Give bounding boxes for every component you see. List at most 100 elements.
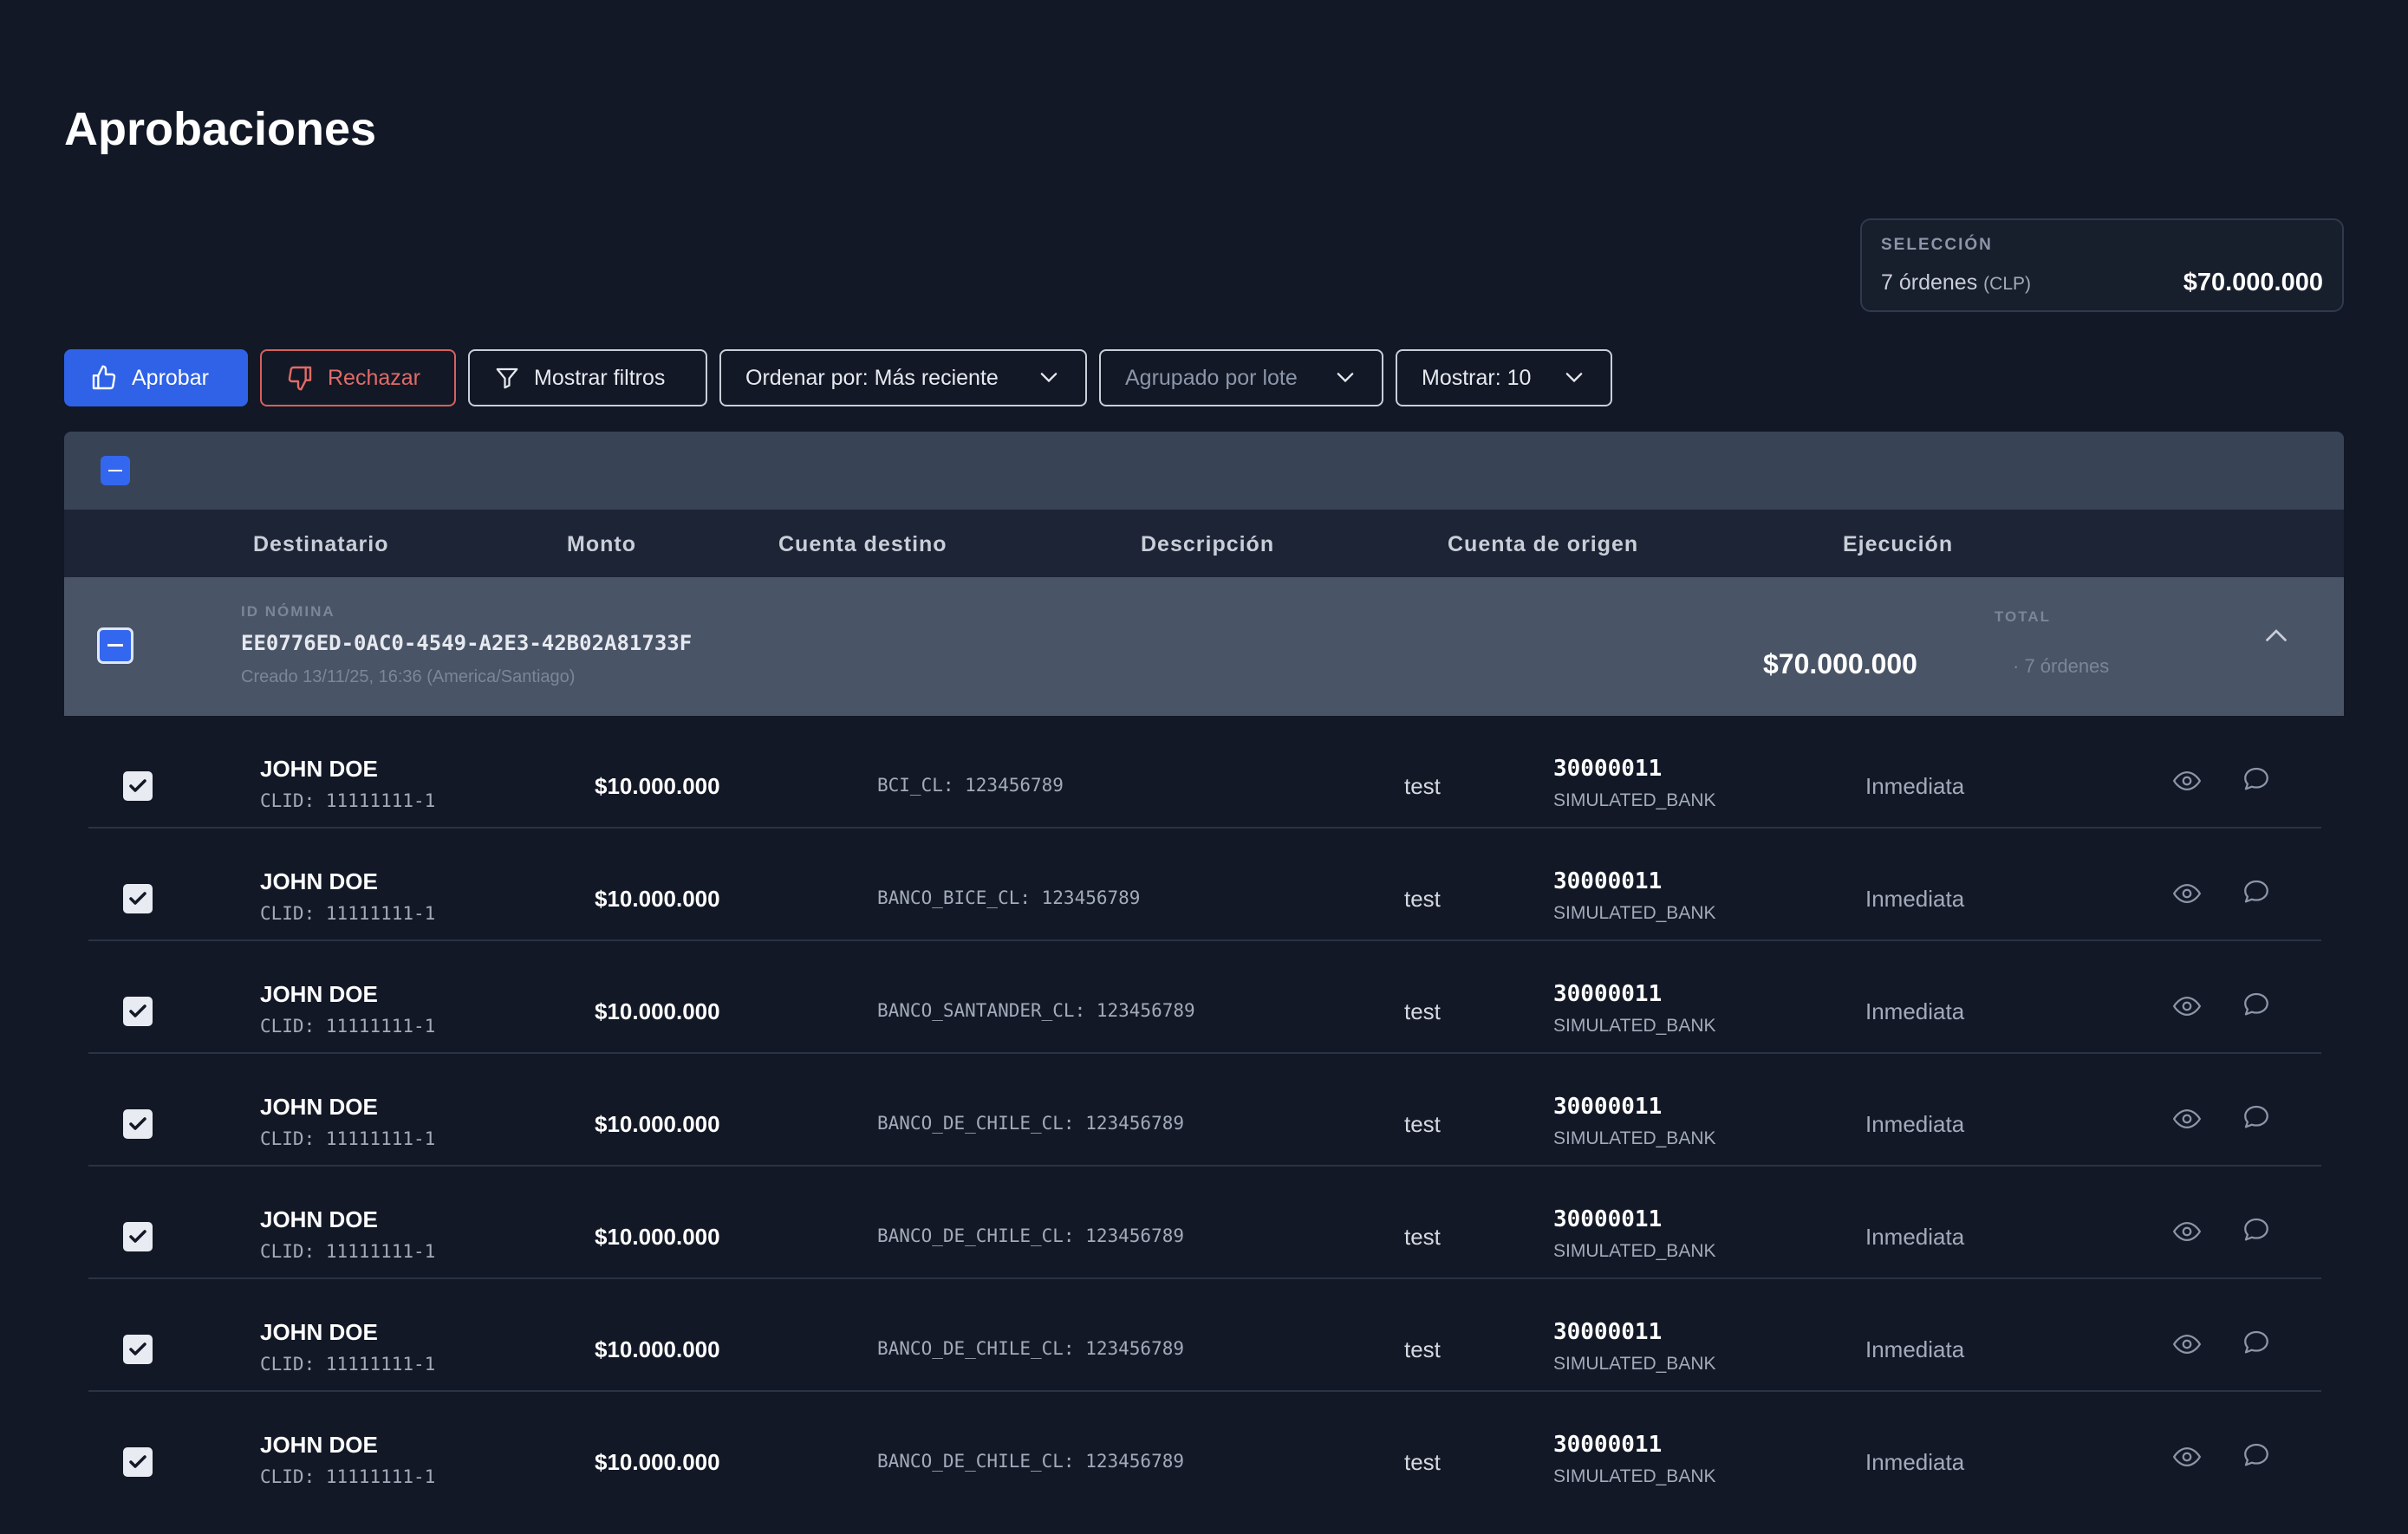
- destination-account: BANCO_DE_CHILE_CL: 123456789: [877, 1451, 1185, 1472]
- recipient-name: JOHN DOE: [260, 756, 378, 782]
- execution-type: Inmediata: [1865, 1449, 1965, 1475]
- filter-icon: [496, 367, 518, 389]
- order-amount: $10.000.000: [595, 886, 720, 912]
- table-row: JOHN DOE CLID: 11111111-1 $10.000.000 BA…: [88, 1167, 2321, 1279]
- table-row: JOHN DOE CLID: 11111111-1 $10.000.000 BA…: [88, 941, 2321, 1054]
- row-checkbox[interactable]: [123, 997, 153, 1026]
- batch-group-row: ID NÓMINA EE0776ED-0AC0-4549-A2E3-42B02A…: [64, 577, 2344, 716]
- eye-icon[interactable]: [2172, 1217, 2202, 1246]
- batch-order-count: · 7 órdenes: [2013, 655, 2110, 677]
- page-title: Aprobaciones: [64, 103, 377, 155]
- order-amount: $10.000.000: [595, 1336, 720, 1362]
- batch-id: EE0776ED-0AC0-4549-A2E3-42B02A81733F: [241, 631, 693, 655]
- eye-icon[interactable]: [2172, 1329, 2202, 1359]
- eye-icon[interactable]: [2172, 1442, 2202, 1472]
- recipient-name: JOHN DOE: [260, 1206, 378, 1232]
- row-checkbox[interactable]: [123, 884, 153, 913]
- row-checkbox[interactable]: [123, 1335, 153, 1364]
- thumbs-down-icon: [288, 366, 312, 391]
- check-icon: [129, 1342, 146, 1355]
- row-checkbox[interactable]: [123, 1447, 153, 1477]
- origin-account: 30000011: [1553, 1094, 1663, 1120]
- destination-account: BANCO_DE_CHILE_CL: 123456789: [877, 1113, 1185, 1134]
- thumbs-up-icon: [92, 365, 116, 390]
- select-all-checkbox[interactable]: [101, 456, 130, 485]
- origin-bank: SIMULATED_BANK: [1553, 903, 1716, 923]
- table-row: JOHN DOE CLID: 11111111-1 $10.000.000 BA…: [88, 1054, 2321, 1167]
- comment-icon[interactable]: [2242, 1215, 2271, 1245]
- show-filters-button[interactable]: Mostrar filtros: [468, 349, 707, 406]
- eye-icon[interactable]: [2172, 879, 2202, 908]
- sort-dropdown[interactable]: Ordenar por: Más reciente: [719, 349, 1087, 406]
- comment-icon[interactable]: [2242, 877, 2271, 907]
- table-row: JOHN DOE CLID: 11111111-1 $10.000.000 BA…: [88, 829, 2321, 941]
- comment-icon[interactable]: [2242, 1102, 2271, 1132]
- comment-icon[interactable]: [2242, 764, 2271, 794]
- page-size-dropdown[interactable]: Mostrar: 10: [1396, 349, 1612, 406]
- destination-account: BANCO_BICE_CL: 123456789: [877, 887, 1141, 908]
- column-header-amount[interactable]: Monto: [567, 532, 636, 557]
- column-header-recipient[interactable]: Destinatario: [253, 532, 388, 557]
- column-header-execution[interactable]: Ejecución: [1843, 532, 1953, 557]
- origin-bank: SIMULATED_BANK: [1553, 790, 1716, 810]
- check-icon: [129, 1004, 146, 1017]
- sort-label: Ordenar por: Más reciente: [745, 365, 999, 390]
- batch-total-label: TOTAL: [1994, 608, 2051, 625]
- batch-total: $70.000.000: [1763, 648, 1917, 679]
- comment-icon[interactable]: [2242, 1440, 2271, 1470]
- recipient-clid: CLID: 11111111-1: [260, 1354, 436, 1375]
- recipient-name: JOHN DOE: [260, 1319, 378, 1345]
- execution-type: Inmediata: [1865, 1336, 1965, 1362]
- batch-checkbox[interactable]: [97, 627, 133, 664]
- column-header-description[interactable]: Descripción: [1141, 532, 1274, 557]
- group-label: Agrupado por lote: [1125, 365, 1298, 390]
- execution-type: Inmediata: [1865, 998, 1965, 1024]
- chevron-down-icon: [1040, 373, 1058, 383]
- check-icon: [129, 892, 146, 905]
- recipient-name: JOHN DOE: [260, 981, 378, 1007]
- approve-label: Aprobar: [132, 365, 209, 390]
- chevron-down-icon: [1565, 373, 1583, 383]
- selection-summary: SELECCIÓN 7 órdenes (CLP) $70.000.000: [1860, 218, 2344, 312]
- column-header-origin-account[interactable]: Cuenta de origen: [1448, 532, 1638, 557]
- order-amount: $10.000.000: [595, 773, 720, 799]
- order-description: test: [1404, 1449, 1441, 1475]
- origin-account: 30000011: [1553, 1206, 1663, 1232]
- order-description: test: [1404, 1336, 1441, 1362]
- row-checkbox[interactable]: [123, 1109, 153, 1139]
- recipient-clid: CLID: 11111111-1: [260, 1128, 436, 1149]
- eye-icon[interactable]: [2172, 991, 2202, 1021]
- origin-bank: SIMULATED_BANK: [1553, 1354, 1716, 1374]
- recipient-name: JOHN DOE: [260, 868, 378, 894]
- check-icon: [129, 1455, 146, 1468]
- order-description: test: [1404, 998, 1441, 1024]
- comment-icon[interactable]: [2242, 1328, 2271, 1357]
- selection-count: 7 órdenes (CLP): [1881, 270, 2031, 296]
- recipient-clid: CLID: 11111111-1: [260, 790, 436, 811]
- column-header-destination-account[interactable]: Cuenta destino: [778, 532, 947, 557]
- execution-type: Inmediata: [1865, 1224, 1965, 1250]
- order-description: test: [1404, 886, 1441, 912]
- group-dropdown[interactable]: Agrupado por lote: [1099, 349, 1383, 406]
- order-list: JOHN DOE CLID: 11111111-1 $10.000.000 BC…: [88, 716, 2321, 1503]
- origin-account: 30000011: [1553, 868, 1663, 894]
- destination-account: BANCO_DE_CHILE_CL: 123456789: [877, 1225, 1185, 1246]
- comment-icon[interactable]: [2242, 990, 2271, 1019]
- destination-account: BCI_CL: 123456789: [877, 775, 1064, 796]
- row-checkbox[interactable]: [123, 1222, 153, 1251]
- reject-button[interactable]: Rechazar: [260, 349, 456, 406]
- execution-type: Inmediata: [1865, 886, 1965, 912]
- origin-account: 30000011: [1553, 756, 1663, 782]
- page-size-label: Mostrar: 10: [1422, 365, 1532, 390]
- table-row: JOHN DOE CLID: 11111111-1 $10.000.000 BC…: [88, 716, 2321, 829]
- chevron-up-icon[interactable]: [2261, 621, 2292, 652]
- row-checkbox[interactable]: [123, 771, 153, 801]
- origin-bank: SIMULATED_BANK: [1553, 1241, 1716, 1261]
- origin-account: 30000011: [1553, 1432, 1663, 1458]
- selection-count-text: 7 órdenes: [1881, 270, 1978, 295]
- selection-currency: (CLP): [1983, 274, 2031, 294]
- eye-icon[interactable]: [2172, 1104, 2202, 1134]
- recipient-clid: CLID: 11111111-1: [260, 1016, 436, 1037]
- eye-icon[interactable]: [2172, 766, 2202, 796]
- approve-button[interactable]: Aprobar: [64, 349, 248, 406]
